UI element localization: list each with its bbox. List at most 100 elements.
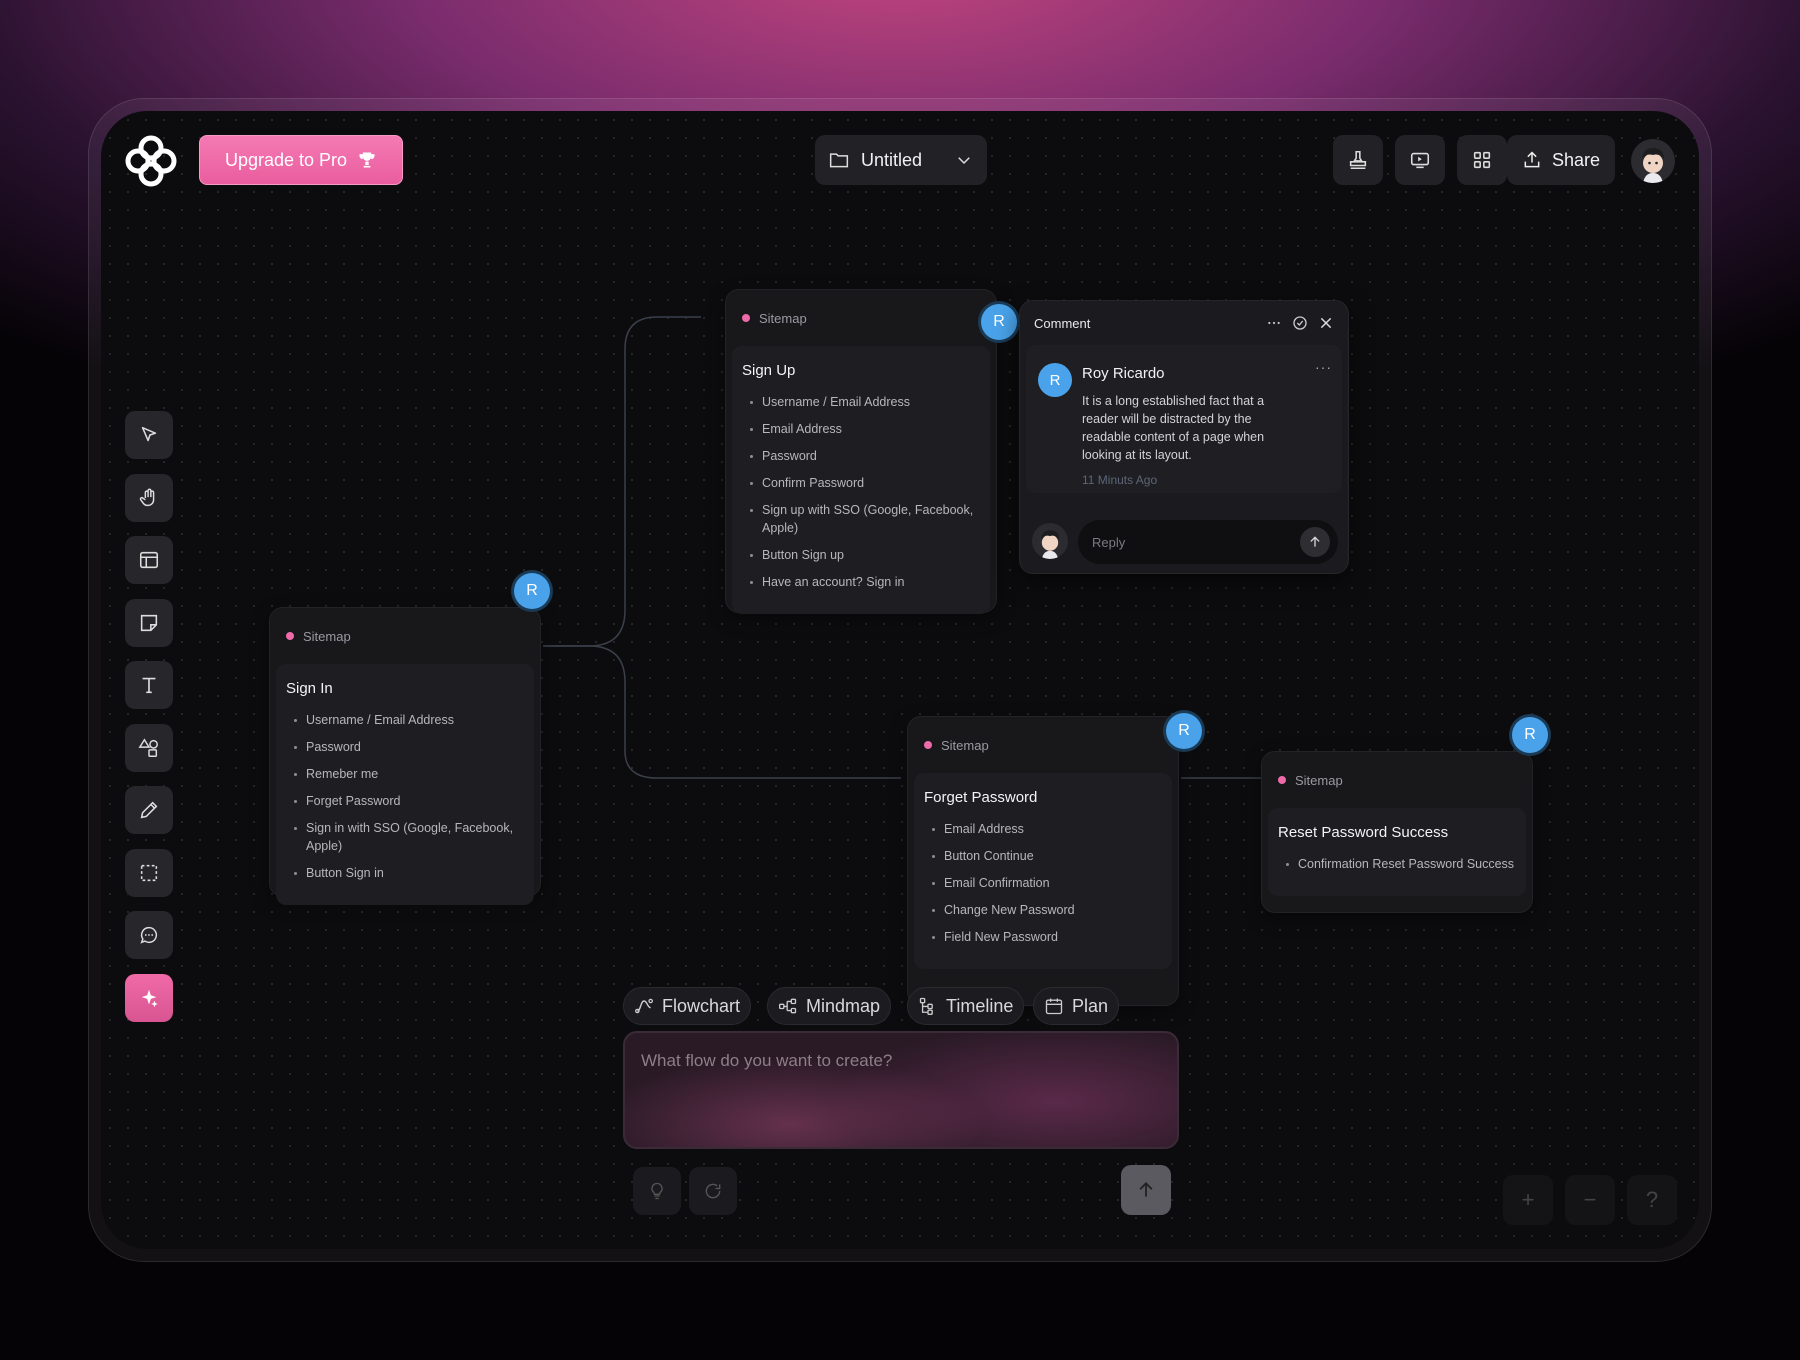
canvas[interactable]: Upgrade to Pro Untitled Share Sitemap Si… bbox=[101, 111, 1699, 1249]
list-item: Button Sign up bbox=[742, 546, 980, 564]
lightbulb-icon bbox=[647, 1181, 667, 1201]
timeline-icon bbox=[918, 996, 938, 1016]
frame-select-tool[interactable] bbox=[125, 848, 173, 897]
card-sign-up[interactable]: Sitemap Sign Up Username / Email Address… bbox=[725, 289, 997, 614]
regenerate-button[interactable] bbox=[689, 1167, 737, 1215]
list-item: Email Address bbox=[742, 420, 980, 438]
list-item: Confirm Password bbox=[742, 474, 980, 492]
chip-flowchart[interactable]: Flowchart bbox=[623, 987, 752, 1025]
card-tag: Sitemap bbox=[303, 628, 351, 644]
pen-tool[interactable] bbox=[125, 786, 173, 834]
chip-label: Flowchart bbox=[662, 995, 741, 1016]
card-items: Email Address Button Continue Email Conf… bbox=[924, 820, 1162, 946]
reply-user-avatar bbox=[1032, 523, 1068, 559]
shapes-tool[interactable] bbox=[125, 723, 173, 772]
resolve-check-icon[interactable] bbox=[1292, 315, 1308, 331]
idea-button[interactable] bbox=[633, 1167, 681, 1215]
text-icon bbox=[138, 674, 160, 696]
list-item: Password bbox=[742, 447, 980, 465]
card-reset-password-success[interactable]: Sitemap Reset Password Success Confirmat… bbox=[1261, 751, 1533, 913]
sticky-note-tool[interactable] bbox=[125, 598, 173, 647]
zoom-out-button[interactable]: − bbox=[1565, 1175, 1615, 1225]
list-item: Sign up with SSO (Google, Facebook, Appl… bbox=[742, 501, 980, 537]
select-tool[interactable] bbox=[125, 411, 173, 459]
hand-tool[interactable] bbox=[125, 473, 173, 522]
layout-tool[interactable] bbox=[125, 536, 173, 584]
card-items: Username / Email Address Email Address P… bbox=[742, 393, 980, 591]
reply-input[interactable]: Reply bbox=[1078, 520, 1338, 564]
card-header: Sitemap bbox=[1262, 752, 1532, 808]
prompt-send-button[interactable] bbox=[1121, 1165, 1171, 1215]
sparkle-icon bbox=[138, 987, 160, 1009]
share-button[interactable]: Share bbox=[1507, 135, 1615, 185]
present-icon bbox=[1409, 149, 1431, 171]
chip-timeline[interactable]: Timeline bbox=[907, 987, 1025, 1025]
chevron-down-icon bbox=[955, 151, 973, 169]
present-button[interactable] bbox=[1395, 135, 1445, 185]
sticky-note-icon bbox=[138, 612, 160, 634]
close-icon[interactable] bbox=[1318, 315, 1334, 331]
comment-author: Roy Ricardo bbox=[1082, 365, 1165, 382]
grid-icon bbox=[1471, 149, 1493, 171]
app-logo[interactable] bbox=[125, 135, 177, 187]
card-title: Sign Up bbox=[742, 362, 796, 379]
card-forget-password[interactable]: Sitemap Forget Password Email Address Bu… bbox=[907, 716, 1179, 1006]
comment-tool[interactable] bbox=[125, 911, 173, 959]
user-avatar[interactable] bbox=[1631, 139, 1675, 183]
grid-view-button[interactable] bbox=[1457, 135, 1507, 185]
reply-send-button[interactable] bbox=[1300, 527, 1330, 557]
chip-plan[interactable]: Plan bbox=[1033, 987, 1120, 1025]
pen-icon bbox=[138, 799, 160, 821]
card-body: Reset Password Success Confirmation Rese… bbox=[1268, 808, 1526, 896]
status-dot bbox=[742, 314, 750, 322]
card-sign-in[interactable]: Sitemap Sign In Username / Email Address… bbox=[269, 607, 541, 905]
help-button[interactable]: ? bbox=[1627, 1175, 1677, 1225]
text-tool[interactable] bbox=[125, 661, 173, 709]
chip-mindmap[interactable]: Mindmap bbox=[767, 987, 892, 1025]
plus-icon: + bbox=[1521, 1187, 1535, 1212]
arrow-up-icon bbox=[1136, 1180, 1156, 1200]
collaborator-badge[interactable]: R bbox=[514, 573, 550, 609]
card-title: Forget Password bbox=[924, 789, 1038, 806]
card-header: Sitemap bbox=[270, 608, 540, 664]
card-header: Sitemap bbox=[908, 717, 1178, 773]
hand-icon bbox=[138, 487, 160, 509]
list-item: Confirmation Reset Password Success bbox=[1278, 855, 1516, 873]
collaborator-badge[interactable]: R bbox=[1166, 713, 1202, 749]
file-name: Untitled bbox=[861, 149, 923, 170]
more-icon[interactable] bbox=[1266, 315, 1282, 331]
card-title: Reset Password Success bbox=[1278, 824, 1449, 841]
shapes-icon bbox=[138, 737, 160, 759]
comment-panel: Comment R Roy Ricardo ··· It is a long e… bbox=[1019, 300, 1349, 574]
share-label: Share bbox=[1551, 149, 1601, 170]
upgrade-label: Upgrade to Pro bbox=[224, 149, 348, 170]
ai-tool[interactable] bbox=[125, 973, 173, 1022]
flow-prompt-input[interactable]: What flow do you want to create? bbox=[623, 1031, 1179, 1149]
refresh-icon bbox=[703, 1181, 723, 1201]
reply-placeholder: Reply bbox=[1092, 534, 1126, 550]
chip-label: Mindmap bbox=[806, 995, 881, 1016]
card-items: Confirmation Reset Password Success bbox=[1278, 855, 1516, 873]
comment-title: Comment bbox=[1034, 315, 1091, 331]
list-item: Remeber me bbox=[286, 765, 524, 783]
list-item: Change New Password bbox=[924, 901, 1162, 919]
left-toolbar bbox=[125, 411, 173, 1036]
cursor-icon bbox=[138, 424, 160, 446]
collaborator-badge[interactable]: R bbox=[981, 304, 1017, 340]
zoom-in-button[interactable]: + bbox=[1503, 1175, 1553, 1225]
card-body: Sign In Username / Email Address Passwor… bbox=[276, 664, 534, 905]
chat-bubble-icon bbox=[138, 924, 160, 946]
calendar-icon bbox=[1044, 996, 1064, 1016]
file-name-dropdown[interactable]: Untitled bbox=[815, 135, 987, 185]
dashed-square-icon bbox=[138, 862, 160, 884]
stamp-icon bbox=[1347, 149, 1369, 171]
upgrade-button[interactable]: Upgrade to Pro bbox=[199, 135, 403, 185]
collaborator-badge[interactable]: R bbox=[1512, 717, 1548, 753]
mindmap-icon bbox=[778, 996, 798, 1016]
card-tag: Sitemap bbox=[1295, 772, 1343, 788]
comment-more-icon[interactable]: ··· bbox=[1315, 359, 1332, 375]
list-item: Forget Password bbox=[286, 792, 524, 810]
card-header: Sitemap bbox=[726, 290, 996, 346]
comment-time: 11 Minuts Ago bbox=[1082, 473, 1158, 487]
stamp-button[interactable] bbox=[1333, 135, 1383, 185]
